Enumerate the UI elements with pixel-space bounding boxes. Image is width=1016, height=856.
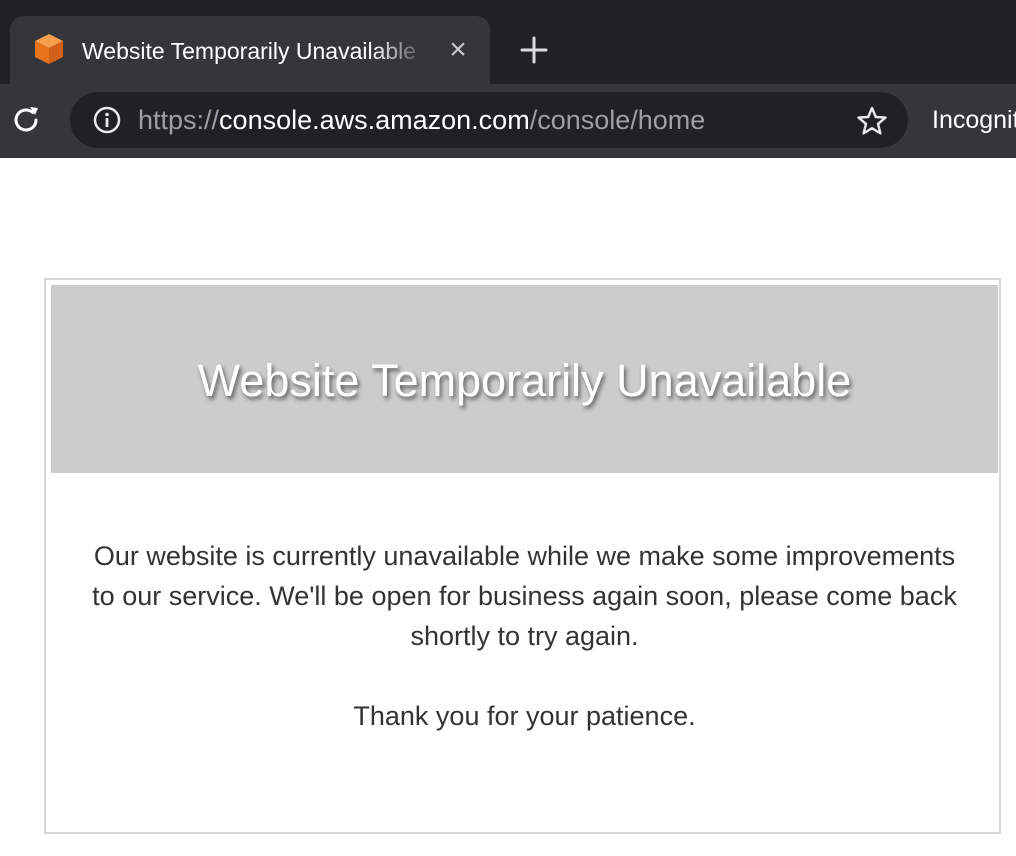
- url-path: /console/home: [529, 105, 706, 135]
- outage-message: Our website is currently unavailable whi…: [92, 541, 957, 651]
- orange-cube-icon: [35, 34, 63, 64]
- card-body: Our website is currently unavailable whi…: [86, 536, 963, 736]
- star-icon[interactable]: [856, 105, 888, 137]
- tab-close-button[interactable]: ×: [444, 35, 472, 65]
- page-title: Website Temporarily Unavailable: [197, 355, 852, 406]
- tab-title: Website Temporarily Unavailable: [82, 38, 417, 64]
- incognito-label[interactable]: Incognito: [932, 104, 1016, 136]
- tab-strip: Website Temporarily Unavailable ×: [0, 0, 1016, 84]
- card-header: Website Temporarily Unavailable: [51, 285, 998, 473]
- url-scheme: https://: [138, 105, 220, 135]
- info-icon[interactable]: [92, 105, 122, 135]
- page-content: Website Temporarily Unavailable Our webs…: [0, 158, 1016, 856]
- browser-tab[interactable]: Website Temporarily Unavailable ×: [10, 16, 490, 84]
- url-host: console.aws.amazon.com: [219, 105, 530, 135]
- url-text[interactable]: https://console.aws.amazon.com/console/h…: [138, 104, 705, 136]
- address-bar[interactable]: https://console.aws.amazon.com/console/h…: [70, 92, 908, 148]
- outage-card: Website Temporarily Unavailable Our webs…: [44, 278, 1001, 834]
- reload-icon[interactable]: [8, 102, 44, 138]
- plus-icon[interactable]: [516, 32, 552, 68]
- thanks-message: Thank you for your patience.: [353, 701, 696, 731]
- browser-chrome: Website Temporarily Unavailable × https:…: [0, 0, 1016, 158]
